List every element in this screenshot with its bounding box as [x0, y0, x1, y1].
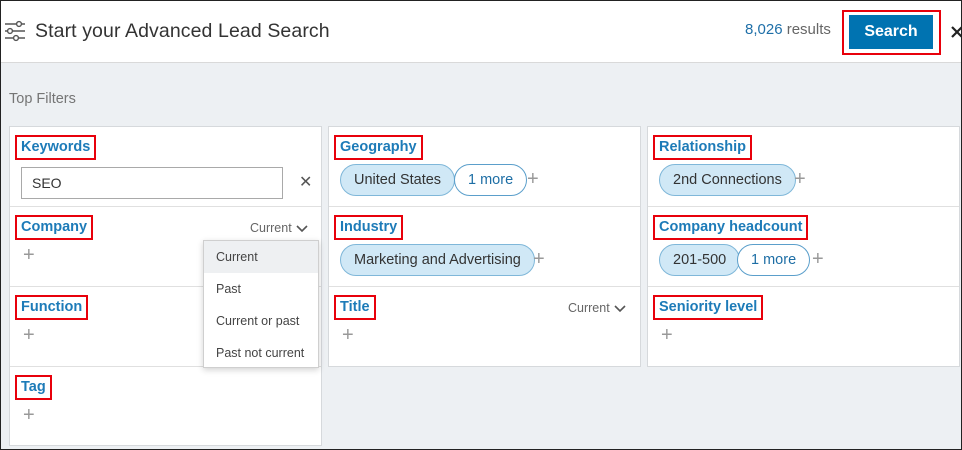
headcount-pill[interactable]: 201-500: [659, 244, 741, 276]
add-seniority-icon[interactable]: +: [661, 325, 673, 345]
company-current-toggle[interactable]: Current: [250, 221, 308, 235]
headcount-more-pill[interactable]: 1 more: [737, 244, 811, 276]
tag-label[interactable]: Tag: [15, 375, 52, 400]
keywords-filter: Keywords SEO ✕: [10, 127, 321, 207]
dropdown-option-past-not-current[interactable]: Past not current: [204, 337, 318, 369]
results-number: 8,026: [745, 21, 783, 38]
company-label[interactable]: Company: [15, 215, 94, 240]
industry-pill[interactable]: Marketing and Advertising: [340, 244, 535, 276]
add-relationship-icon[interactable]: +: [794, 169, 806, 189]
page-title: Start your Advanced Lead Search: [35, 20, 330, 42]
results-suffix: results: [786, 21, 831, 38]
title-toggle-label: Current: [568, 301, 610, 315]
industry-label[interactable]: Industry: [334, 215, 404, 240]
top-filters-heading: Top Filters: [9, 91, 76, 107]
filters-area: Top Filters Keywords SEO ✕ Company Curre…: [1, 63, 961, 449]
geography-more-pill[interactable]: 1 more: [454, 164, 528, 196]
keywords-input[interactable]: SEO: [21, 167, 283, 199]
dropdown-option-current[interactable]: Current: [204, 241, 318, 273]
search-header: Start your Advanced Lead Search 8,026 re…: [1, 1, 962, 63]
headcount-filter: Company headcount 201-500 1 more +: [648, 207, 959, 287]
chevron-down-icon: [614, 305, 626, 312]
search-button[interactable]: Search: [849, 15, 933, 49]
filter-sliders-icon[interactable]: [5, 20, 25, 42]
geography-filter: Geography United States 1 more +: [329, 127, 640, 207]
add-headcount-icon[interactable]: +: [812, 249, 824, 269]
add-tag-icon[interactable]: +: [23, 405, 35, 425]
clear-keywords-icon[interactable]: ✕: [299, 175, 312, 191]
seniority-filter: Seniority level +: [648, 287, 959, 368]
add-industry-icon[interactable]: +: [533, 249, 545, 269]
company-timeframe-dropdown: Current Past Current or past Past not cu…: [203, 240, 319, 368]
title-label[interactable]: Title: [334, 295, 376, 320]
add-title-icon[interactable]: +: [342, 325, 354, 345]
keywords-label[interactable]: Keywords: [15, 135, 97, 160]
add-function-icon[interactable]: +: [23, 325, 35, 345]
company-toggle-label: Current: [250, 221, 292, 235]
title-current-toggle[interactable]: Current: [568, 301, 626, 315]
add-geography-icon[interactable]: +: [527, 169, 539, 189]
headcount-label[interactable]: Company headcount: [653, 215, 809, 240]
function-label[interactable]: Function: [15, 295, 89, 320]
dropdown-option-past[interactable]: Past: [204, 273, 318, 305]
filter-column-2: Geography United States 1 more + Industr…: [328, 126, 641, 367]
relationship-label[interactable]: Relationship: [653, 135, 753, 160]
tag-filter: Tag +: [10, 367, 321, 447]
search-button-highlight: Search: [842, 10, 941, 55]
filter-column-3: Relationship 2nd Connections + Company h…: [647, 126, 960, 367]
chevron-down-icon: [296, 225, 308, 232]
dropdown-option-current-or-past[interactable]: Current or past: [204, 305, 318, 337]
relationship-filter: Relationship 2nd Connections +: [648, 127, 959, 207]
seniority-label[interactable]: Seniority level: [653, 295, 764, 320]
geography-pill[interactable]: United States: [340, 164, 456, 196]
geography-label[interactable]: Geography: [334, 135, 423, 160]
results-count: 8,026 results: [745, 21, 831, 38]
title-filter: Title Current +: [329, 287, 640, 368]
add-company-icon[interactable]: +: [23, 245, 35, 265]
close-icon[interactable]: [951, 23, 962, 39]
industry-filter: Industry Marketing and Advertising +: [329, 207, 640, 287]
relationship-pill[interactable]: 2nd Connections: [659, 164, 796, 196]
